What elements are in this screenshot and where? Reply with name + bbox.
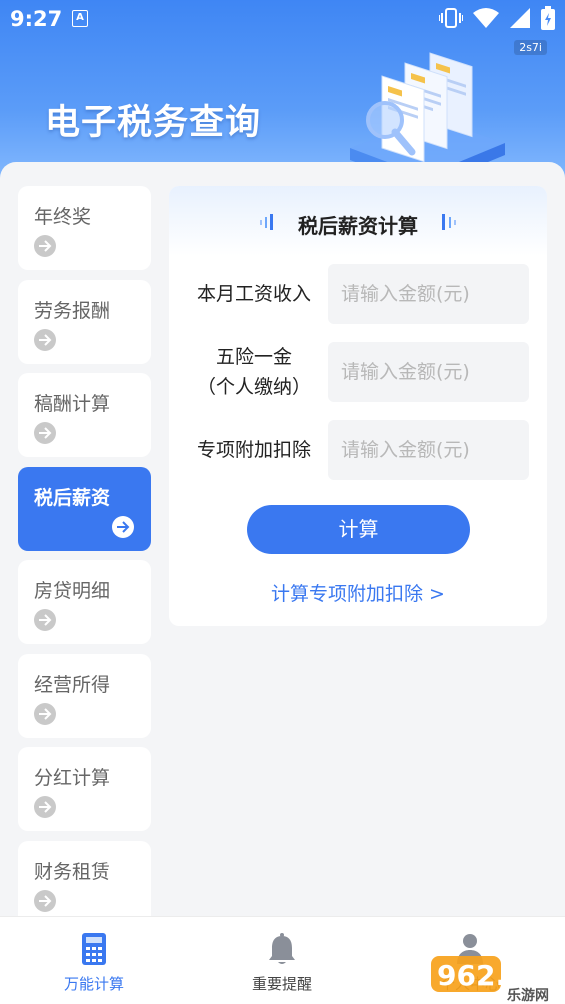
wifi-icon [473,8,499,28]
calculate-button[interactable]: 计算 [247,505,470,554]
arrow-right-icon [34,702,56,725]
sidebar-item-label: 房贷明细 [34,580,111,602]
special-deduction-link[interactable]: 计算专项附加扣除 > [169,579,547,606]
sidebar-item-after-tax-salary[interactable]: 税后薪资 [18,466,151,551]
category-sidebar: 年终奖 劳务报酬 稿酬计算 税后薪资 房贷明细 经营所得 分红计算 财务租赁 [18,186,151,934]
sidebar-item-label: 经营所得 [34,673,111,696]
arrow-right-icon [34,328,56,351]
form-title: 税后薪资计算 [298,214,418,238]
special-deduction-input[interactable] [328,420,529,480]
field-monthly-salary: 本月工资收入 [169,264,547,324]
field-label: 五险一金 [215,346,292,368]
tab-label: 重要提醒 [251,975,312,993]
arrow-right-icon [112,515,134,538]
notification-badge-icon: A [72,10,88,27]
status-icons [439,6,555,30]
sidebar-item-mortgage-details[interactable]: 房贷明细 [18,560,151,644]
field-label: 本月工资收入 [196,283,311,305]
sidebar-item-label: 劳务报酬 [34,299,111,322]
arrow-right-icon [34,889,56,912]
vibrate-icon [439,8,463,28]
monthly-salary-input[interactable] [328,264,529,324]
calculator-icon [82,933,106,965]
field-label: 专项附加扣除 [196,439,311,461]
arrow-right-icon [34,609,56,631]
sidebar-item-dividend[interactable]: 分红计算 [18,747,151,831]
battery-icon [541,6,555,30]
page-title: 电子税务查询 [45,103,262,143]
sidebar-item-label: 税后薪资 [34,486,111,509]
sidebar-item-business-income[interactable]: 经营所得 [18,653,151,738]
sidebar-item-royalty[interactable]: 稿酬计算 [18,373,151,457]
tab-universal-calculator[interactable]: 万能计算 [0,917,188,1004]
field-special-deduction: 专项附加扣除 [169,420,547,480]
watermark-logo: 962.NET 乐游网 [431,956,565,1004]
field-label-sub: （个人缴纳） [196,376,311,398]
arrow-right-icon [34,235,56,257]
content-area: 年终奖 劳务报酬 稿酬计算 税后薪资 房贷明细 经营所得 分红计算 财务租赁 税… [0,162,565,925]
field-social-insurance: 五险一金 （个人缴纳） [169,342,547,402]
signal-icon [510,8,530,28]
tab-label: 万能计算 [63,975,124,993]
status-time: 9:27 [10,7,63,31]
sidebar-item-labor-remuneration[interactable]: 劳务报酬 [18,279,151,364]
arrow-right-icon [34,422,56,444]
device-code-label: 2s7i [514,40,547,55]
sidebar-item-label: 分红计算 [34,767,111,789]
sound-wave-right-icon [442,214,456,230]
sidebar-item-financial-leasing[interactable]: 财务租赁 [18,840,151,925]
social-insurance-input[interactable] [328,342,529,402]
bell-icon [269,933,295,964]
watermark-subtext: 乐游网 [507,987,549,1004]
calculator-card: 税后薪资计算 本月工资收入 五险一金 （个人缴纳） 专项附加扣除 计算 计算专项… [169,186,547,626]
sidebar-item-label: 年终奖 [34,206,92,228]
sidebar-item-year-end-bonus[interactable]: 年终奖 [18,186,151,270]
sidebar-item-label: 稿酬计算 [34,393,111,415]
status-bar: 9:27 A [0,0,565,38]
tab-important-reminder[interactable]: 重要提醒 [188,917,376,1004]
sidebar-item-label: 财务租赁 [34,860,111,883]
arrow-right-icon [34,796,56,818]
